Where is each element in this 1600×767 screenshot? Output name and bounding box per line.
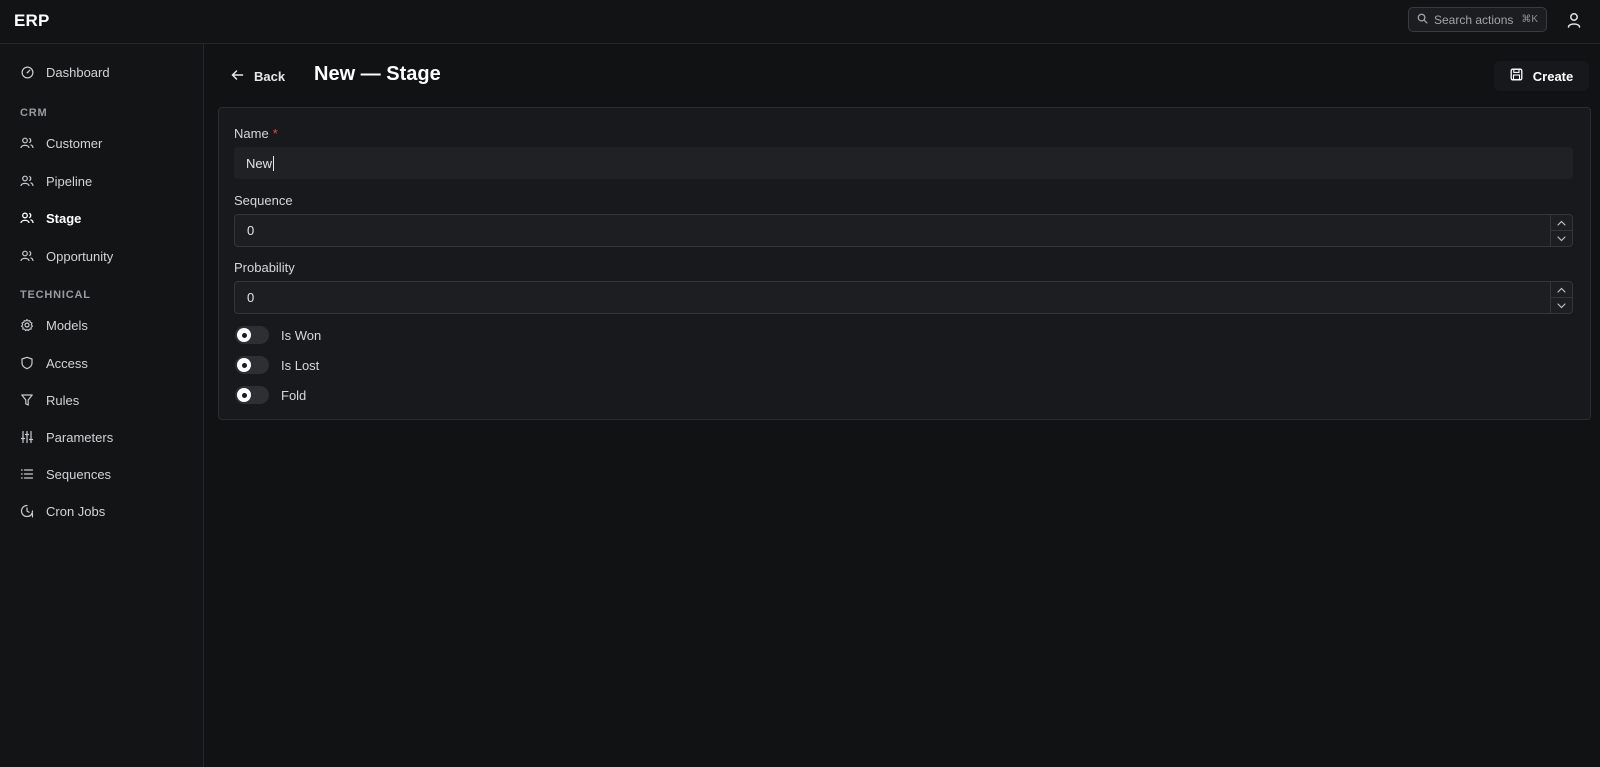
list-icon	[20, 467, 34, 481]
dashboard-icon	[20, 65, 34, 79]
toggle-knob	[237, 388, 251, 402]
sidebar-item-label: Rules	[46, 392, 80, 408]
chevron-up-icon[interactable]	[1551, 215, 1572, 231]
chevron-down-icon[interactable]	[1551, 298, 1572, 313]
sidebar-item-access[interactable]: Access	[20, 353, 88, 373]
create-button[interactable]: Create	[1494, 61, 1589, 91]
sidebar-item-label: Dashboard	[46, 64, 110, 80]
sidebar-item-pipeline[interactable]: Pipeline	[20, 171, 92, 191]
section-label-technical: TECHNICAL	[20, 289, 91, 301]
search-icon	[1417, 13, 1434, 27]
required-mark: *	[272, 126, 278, 141]
sidebar-item-label: Models	[46, 317, 88, 333]
is-won-label: Is Won	[281, 327, 322, 343]
sidebar-item-dashboard[interactable]: Dashboard	[20, 62, 110, 82]
sidebar-item-cron-jobs[interactable]: Cron Jobs	[20, 501, 105, 521]
sidebar-item-customer[interactable]: Customer	[20, 133, 102, 153]
fold-toggle[interactable]	[235, 386, 269, 404]
sidebar-item-label: Parameters	[46, 429, 114, 445]
is-lost-toggle-row: Is Lost	[235, 356, 319, 374]
probability-input[interactable]: 0	[234, 281, 1573, 314]
users-icon	[20, 136, 34, 150]
sidebar-item-sequences[interactable]: Sequences	[20, 464, 111, 484]
sequence-input[interactable]: 0	[234, 214, 1573, 247]
sequence-field-label: Sequence	[234, 193, 293, 208]
text-caret	[273, 155, 275, 171]
name-input-value: New	[246, 155, 273, 171]
users-icon	[20, 249, 34, 263]
page-header: Back New — Stage Create	[204, 44, 1600, 106]
user-menu-icon[interactable]	[1565, 11, 1583, 29]
name-label-text: Name	[234, 126, 269, 141]
chevron-down-icon[interactable]	[1551, 231, 1572, 246]
sidebar-item-stage[interactable]: Stage	[20, 208, 81, 228]
sidebar-item-models[interactable]: Models	[20, 315, 88, 335]
save-icon	[1510, 68, 1533, 84]
stage-form-card: Name * New Sequence 0 Probability 0 Is Wo…	[218, 107, 1591, 420]
create-label: Create	[1532, 68, 1574, 84]
chevron-up-icon[interactable]	[1551, 282, 1572, 298]
sidebar-item-label: Stage	[46, 210, 82, 226]
sliders-icon	[20, 430, 34, 444]
is-won-toggle[interactable]	[235, 326, 269, 344]
toggle-knob	[237, 358, 251, 372]
name-input[interactable]: New	[234, 147, 1573, 179]
fold-label: Fold	[281, 387, 307, 403]
sidebar-item-label: Access	[46, 355, 88, 371]
is-lost-toggle[interactable]	[235, 356, 269, 374]
sidebar: Dashboard CRM Customer Pipeline Stage Op…	[0, 44, 204, 767]
search-actions-button[interactable]: Search actions ⌘K	[1408, 7, 1547, 32]
sequence-input-value: 0	[247, 223, 255, 238]
probability-input-value: 0	[247, 290, 255, 305]
name-field-label: Name *	[234, 126, 278, 141]
fold-toggle-row: Fold	[235, 386, 306, 404]
gear-icon	[20, 318, 34, 332]
sidebar-item-parameters[interactable]: Parameters	[20, 427, 113, 447]
clock-icon	[20, 504, 34, 518]
search-shortcut: ⌘K	[1521, 14, 1538, 25]
arrow-left-icon	[231, 69, 254, 84]
sidebar-item-label: Cron Jobs	[46, 503, 106, 519]
users-icon	[20, 174, 34, 188]
sidebar-item-label: Pipeline	[46, 173, 93, 189]
sidebar-item-label: Customer	[46, 135, 103, 151]
is-won-toggle-row: Is Won	[235, 326, 321, 344]
filter-icon	[20, 393, 34, 407]
sidebar-item-label: Opportunity	[46, 248, 114, 264]
back-button[interactable]: Back	[231, 66, 285, 86]
sidebar-item-opportunity[interactable]: Opportunity	[20, 246, 113, 266]
back-label: Back	[254, 68, 286, 84]
is-lost-label: Is Lost	[281, 357, 320, 373]
sidebar-item-label: Sequences	[46, 466, 112, 482]
search-label: Search actions	[1434, 12, 1514, 27]
sidebar-item-rules[interactable]: Rules	[20, 390, 79, 410]
probability-field-label: Probability	[234, 260, 295, 275]
shield-icon	[20, 356, 34, 370]
sequence-stepper[interactable]	[1550, 215, 1572, 246]
page-title: New — Stage	[314, 63, 441, 85]
users-icon	[20, 211, 34, 225]
section-label-crm: CRM	[20, 107, 48, 119]
probability-stepper[interactable]	[1550, 282, 1572, 313]
app-brand[interactable]: ERP	[14, 11, 50, 31]
top-bar: ERP Search actions ⌘K	[0, 0, 1600, 44]
toggle-knob	[237, 328, 251, 342]
